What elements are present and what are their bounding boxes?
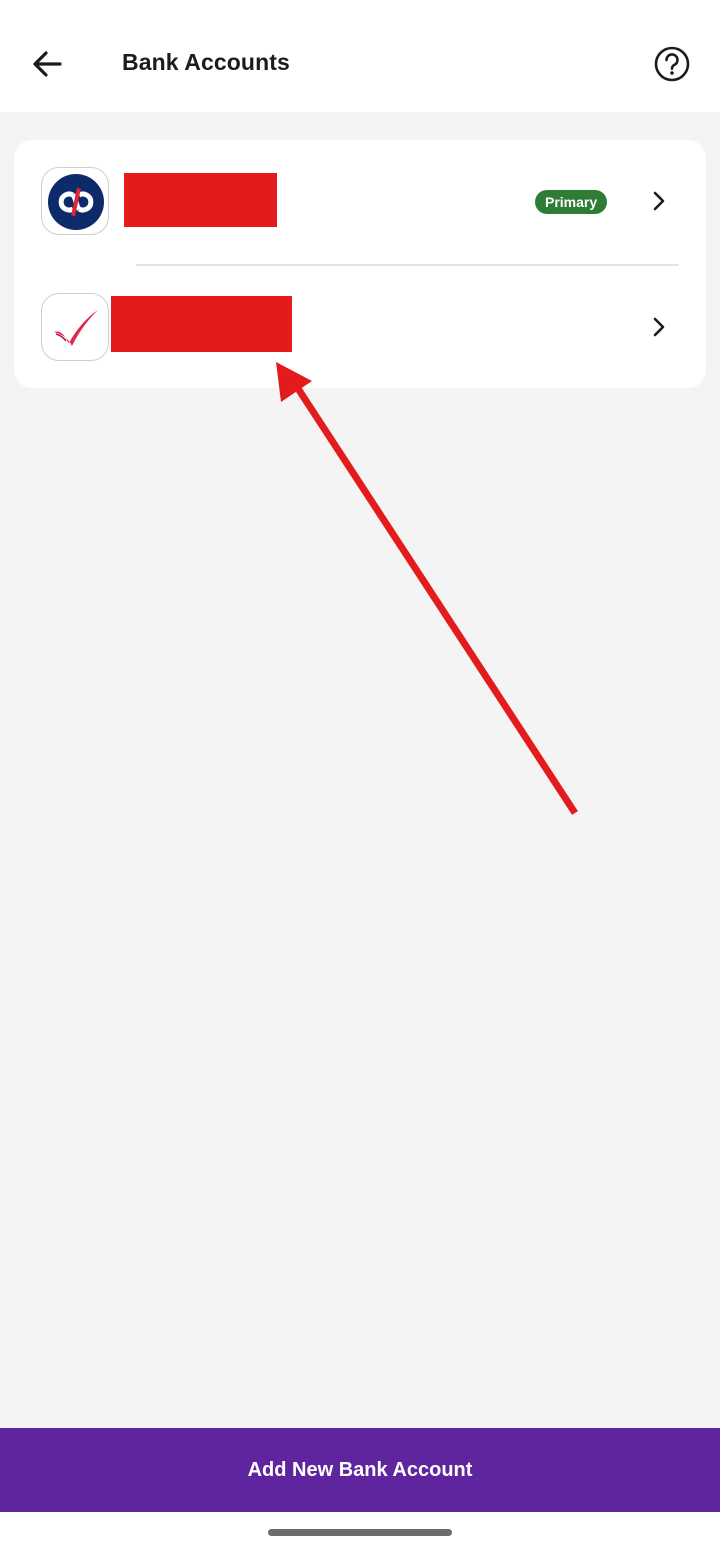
back-button[interactable] bbox=[24, 40, 72, 88]
question-circle-icon bbox=[654, 46, 690, 82]
kotak-bank-logo bbox=[41, 167, 109, 235]
account-name-redacted bbox=[111, 296, 292, 352]
top-app-bar: Bank Accounts bbox=[0, 0, 720, 112]
help-button[interactable] bbox=[650, 42, 694, 86]
account-name-redacted bbox=[124, 173, 277, 227]
page-title: Bank Accounts bbox=[122, 49, 290, 75]
system-navigation-bar bbox=[0, 1512, 720, 1553]
primary-badge: Primary bbox=[535, 190, 608, 214]
chevron-right-icon bbox=[653, 191, 665, 211]
bank-accounts-card: Primary bbox=[14, 140, 706, 388]
home-indicator[interactable] bbox=[268, 1529, 452, 1536]
bank-account-row-primary[interactable]: Primary bbox=[14, 140, 706, 264]
chevron-right-icon bbox=[653, 317, 665, 337]
add-new-bank-account-button[interactable]: Add New Bank Account bbox=[0, 1428, 720, 1512]
axis-checkmark-bank-logo bbox=[41, 293, 109, 361]
arrow-left-icon bbox=[33, 51, 62, 77]
bank-accounts-screen: Bank Accounts Primary Add New Bank Accou… bbox=[0, 0, 720, 1553]
bank-account-row[interactable] bbox=[14, 264, 706, 388]
